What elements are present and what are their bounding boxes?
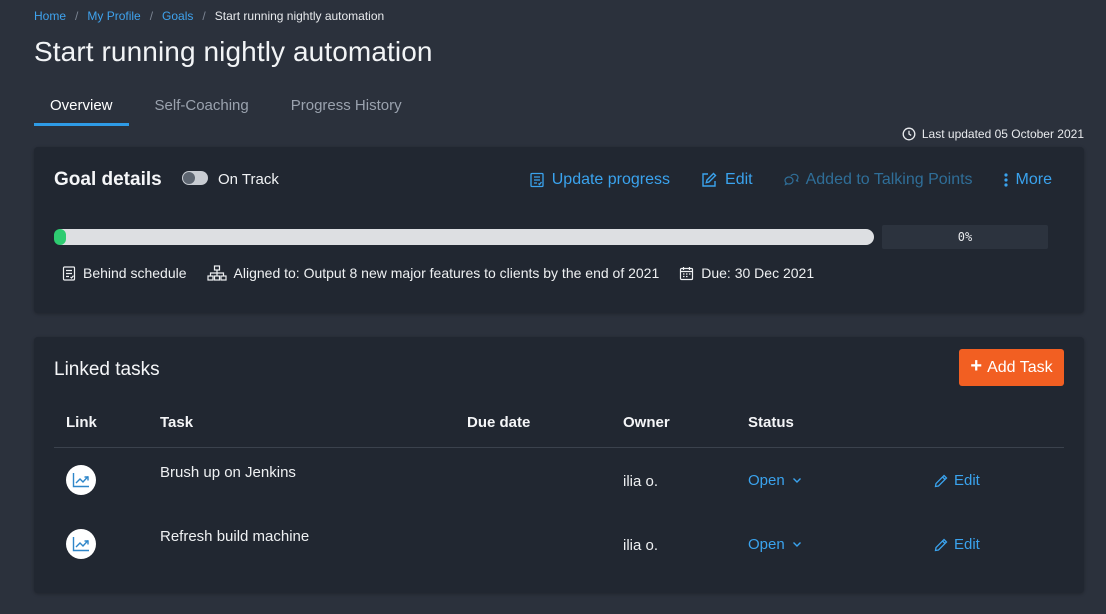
hierarchy-icon bbox=[206, 265, 227, 281]
more-label: More bbox=[1015, 171, 1052, 188]
plus-icon: + bbox=[970, 355, 983, 377]
progress-bar-fill bbox=[54, 229, 66, 245]
task-edit-button[interactable]: Edit bbox=[934, 472, 980, 489]
breadcrumb-separator: / bbox=[202, 9, 206, 23]
column-header-link: Link bbox=[66, 414, 97, 431]
column-header-owner: Owner bbox=[623, 414, 670, 431]
edit-goal-button[interactable]: Edit bbox=[700, 171, 753, 189]
talking-points-button: Added to Talking Points bbox=[783, 171, 973, 189]
breadcrumb-separator: / bbox=[149, 9, 154, 23]
linked-tasks-card: Linked tasks + Add Task Link Task Due da… bbox=[34, 337, 1084, 593]
schedule-status-text: Behind schedule bbox=[83, 265, 187, 281]
edit-goal-label: Edit bbox=[725, 171, 753, 188]
due-date-text: Due: 30 Dec 2021 bbox=[701, 265, 815, 281]
task-owner: ilia o. bbox=[623, 473, 659, 490]
breadcrumb-goals-link[interactable]: Goals bbox=[162, 9, 193, 23]
trend-chart-icon bbox=[72, 473, 89, 488]
task-status-dropdown[interactable]: Open bbox=[748, 472, 802, 489]
task-edit-button[interactable]: Edit bbox=[934, 536, 980, 553]
talking-points-label: Added to Talking Points bbox=[805, 171, 973, 188]
task-edit-label: Edit bbox=[954, 472, 980, 489]
linked-tasks-heading: Linked tasks bbox=[54, 359, 160, 380]
chat-bubbles-icon bbox=[784, 173, 799, 186]
task-link-button[interactable] bbox=[66, 529, 96, 559]
task-status-label: Open bbox=[748, 536, 785, 553]
progress-percent: 0% bbox=[882, 225, 1048, 249]
tasks-table: Link Task Due date Owner Status Brush up… bbox=[54, 407, 1064, 576]
add-task-button[interactable]: + Add Task bbox=[959, 349, 1064, 386]
trend-chart-icon bbox=[72, 537, 89, 552]
breadcrumb-home-link[interactable]: Home bbox=[34, 9, 66, 23]
task-status-label: Open bbox=[748, 472, 785, 489]
goal-details-heading: Goal details bbox=[54, 169, 162, 190]
add-task-label: Add Task bbox=[987, 358, 1053, 376]
schedule-icon bbox=[62, 265, 76, 281]
aligned-goal-text: Aligned to: Output 8 new major features … bbox=[233, 265, 660, 281]
on-track-toggle[interactable] bbox=[182, 171, 208, 185]
column-header-due-date: Due date bbox=[467, 414, 531, 431]
goal-meta: Behind schedule Aligned to: Output 8 new… bbox=[62, 265, 834, 281]
tab-self-coaching[interactable]: Self-Coaching bbox=[139, 90, 265, 126]
breadcrumb-separator: / bbox=[75, 9, 79, 23]
table-header: Link Task Due date Owner Status bbox=[54, 407, 1064, 448]
last-updated-text: Last updated 05 October 2021 bbox=[921, 127, 1084, 141]
tab-progress-history[interactable]: Progress History bbox=[275, 90, 418, 126]
pencil-icon bbox=[934, 538, 948, 551]
goal-details-card: Goal details On Track Update progress Ed… bbox=[34, 147, 1084, 313]
table-row: Refresh build machine ilia o. Open Edit bbox=[54, 512, 1064, 576]
chevron-down-icon bbox=[792, 542, 801, 547]
column-header-task: Task bbox=[160, 414, 194, 431]
tab-overview[interactable]: Overview bbox=[34, 90, 129, 126]
update-progress-label: Update progress bbox=[551, 171, 671, 188]
calendar-icon bbox=[680, 266, 694, 280]
task-owner: ilia o. bbox=[623, 537, 659, 554]
more-button[interactable]: More bbox=[1003, 171, 1052, 189]
tab-bar: Overview Self-Coaching Progress History bbox=[34, 90, 428, 126]
progress-bar bbox=[54, 229, 874, 245]
schedule-status: Behind schedule bbox=[62, 265, 187, 281]
clock-icon bbox=[902, 127, 916, 141]
breadcrumb-my-profile-link[interactable]: My Profile bbox=[87, 9, 140, 23]
task-name: Brush up on Jenkins bbox=[160, 464, 296, 481]
breadcrumb: Home / My Profile / Goals / Start runnin… bbox=[34, 9, 384, 23]
table-row: Brush up on Jenkins ilia o. Open Edit bbox=[54, 448, 1064, 512]
update-progress-icon bbox=[530, 172, 544, 188]
on-track-label: On Track bbox=[218, 171, 279, 188]
edit-icon bbox=[702, 172, 717, 187]
breadcrumb-current: Start running nightly automation bbox=[214, 9, 385, 23]
aligned-goal: Aligned to: Output 8 new major features … bbox=[206, 265, 660, 281]
goal-actions: Update progress Edit Added to Talking Po… bbox=[499, 171, 1052, 189]
task-status-dropdown[interactable]: Open bbox=[748, 536, 802, 553]
vertical-dots-icon bbox=[1003, 173, 1008, 187]
chevron-down-icon bbox=[792, 478, 801, 483]
task-edit-label: Edit bbox=[954, 536, 980, 553]
page-title: Start running nightly automation bbox=[34, 36, 433, 67]
task-link-button[interactable] bbox=[66, 465, 96, 495]
due-date: Due: 30 Dec 2021 bbox=[679, 265, 814, 281]
last-updated: Last updated 05 October 2021 bbox=[902, 127, 1084, 141]
column-header-status: Status bbox=[748, 414, 794, 431]
update-progress-button[interactable]: Update progress bbox=[529, 171, 670, 189]
pencil-icon bbox=[934, 474, 948, 487]
toggle-knob bbox=[183, 172, 195, 184]
task-name: Refresh build machine bbox=[160, 528, 310, 545]
